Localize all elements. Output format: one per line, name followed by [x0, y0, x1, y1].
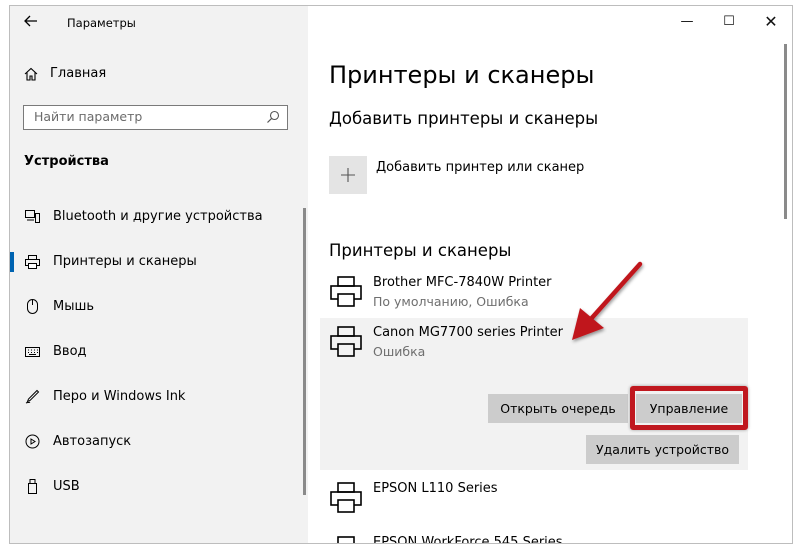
sidebar-item-autoplay[interactable]: Автозапуск: [10, 419, 308, 464]
sidebar-item-label: USB: [53, 479, 80, 494]
autoplay-icon: [24, 434, 40, 450]
home-icon: [24, 67, 38, 81]
sidebar-item-label: Главная: [50, 66, 107, 81]
sidebar-item-mouse[interactable]: Мышь: [10, 284, 308, 329]
printer-status: Ошибка: [373, 344, 426, 359]
sidebar-item-printers[interactable]: Принтеры и сканеры: [10, 239, 308, 284]
search-input[interactable]: [24, 106, 264, 127]
printer-item-epson-workforce[interactable]: EPSON WorkForce 545 Series: [320, 528, 748, 544]
keyboard-icon: [24, 344, 40, 360]
printer-item-canon[interactable]: Canon MG7700 series Printer Ошибка Откры…: [320, 318, 748, 470]
settings-window: Параметры Главная Устройства Bluetooth и…: [9, 5, 793, 544]
sidebar-scrollbar[interactable]: [303, 208, 306, 495]
printer-name: EPSON WorkForce 545 Series: [373, 535, 563, 544]
usb-icon: [24, 479, 40, 495]
red-arrow-annotation: [572, 261, 643, 340]
mouse-icon: [24, 299, 40, 315]
printer-icon: [330, 276, 362, 312]
add-section-title: Добавить принтеры и сканеры: [329, 109, 599, 128]
printer-name: Canon MG7700 series Printer: [373, 325, 563, 340]
sidebar-item-label: Bluetooth и другие устройства: [53, 209, 263, 224]
printer-name: EPSON L110 Series: [373, 481, 498, 496]
sidebar-item-bluetooth[interactable]: Bluetooth и другие устройства: [10, 194, 308, 239]
sidebar-item-usb[interactable]: USB: [10, 464, 308, 509]
sidebar-item-label: Автозапуск: [53, 434, 132, 449]
plus-icon: [341, 168, 355, 182]
printer-item-brother[interactable]: Brother MFC-7840W Printer По умолчанию, …: [320, 268, 748, 318]
open-queue-button[interactable]: Открыть очередь: [488, 394, 628, 423]
main-panel: — ☐ ✕ Принтеры и сканеры Добавить принте…: [308, 6, 792, 543]
close-button[interactable]: ✕: [750, 6, 792, 36]
bluetooth-devices-icon: [24, 209, 40, 225]
remove-device-button[interactable]: Удалить устройство: [586, 435, 739, 464]
sidebar-item-label: Мышь: [53, 299, 95, 314]
printer-name: Brother MFC-7840W Printer: [373, 275, 552, 290]
printer-item-epson-l110[interactable]: EPSON L110 Series: [320, 474, 748, 524]
sidebar: Параметры Главная Устройства Bluetooth и…: [10, 6, 308, 543]
printer-status: По умолчанию, Ошибка: [373, 294, 529, 309]
search-box[interactable]: [23, 105, 288, 130]
main-scrollbar[interactable]: [784, 44, 787, 219]
minimize-button[interactable]: —: [666, 6, 708, 36]
back-arrow-icon[interactable]: [24, 13, 38, 31]
add-tile[interactable]: [329, 156, 367, 194]
printer-icon: [330, 482, 362, 518]
add-printer-button[interactable]: Добавить принтер или сканер: [329, 156, 584, 194]
printer-icon: [24, 254, 40, 270]
sidebar-item-pen[interactable]: Перо и Windows Ink: [10, 374, 308, 419]
pen-icon: [24, 389, 40, 405]
maximize-button[interactable]: ☐: [708, 6, 750, 36]
sidebar-item-typing[interactable]: Ввод: [10, 329, 308, 374]
section-title-devices: Устройства: [24, 154, 109, 169]
add-printer-label: Добавить принтер или сканер: [376, 160, 585, 175]
page-title: Принтеры и сканеры: [329, 61, 595, 89]
sidebar-item-label: Принтеры и сканеры: [53, 254, 197, 269]
nav-list: Bluetooth и другие устройства Принтеры и…: [10, 194, 308, 509]
app-title: Параметры: [67, 16, 136, 30]
sidebar-item-label: Перо и Windows Ink: [53, 389, 186, 404]
printers-section-title: Принтеры и сканеры: [329, 241, 512, 260]
window-controls: — ☐ ✕: [666, 6, 792, 36]
printer-icon: [330, 536, 362, 543]
sidebar-item-label: Ввод: [53, 344, 87, 359]
search-icon[interactable]: [266, 109, 280, 128]
printer-icon: [330, 326, 362, 362]
sidebar-item-home[interactable]: Главная: [24, 66, 106, 81]
manage-highlight-frame: [630, 386, 748, 430]
